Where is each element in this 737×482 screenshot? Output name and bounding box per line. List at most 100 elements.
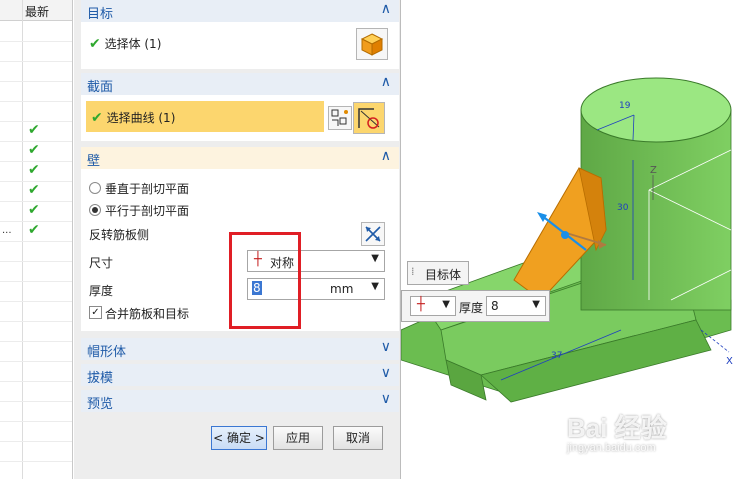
select-curve-row[interactable]: ✔ 选择曲线 (1) xyxy=(86,101,324,132)
axis-label-z: Z xyxy=(650,165,657,176)
chevron-down-icon[interactable]: ∨ xyxy=(381,365,391,381)
navigator-row[interactable]: ✔ xyxy=(0,201,72,222)
preview-section-header[interactable]: 预览 ∨ xyxy=(81,390,399,412)
watermark-text: Bai 经验 xyxy=(567,413,667,443)
navigator-row[interactable]: ✔ xyxy=(0,121,72,142)
watermark-url: jingyan.baidu.com xyxy=(567,442,656,454)
curve-rule-icon xyxy=(331,109,348,126)
column-header-latest[interactable]: 最新 xyxy=(25,3,49,20)
floating-thickness-field[interactable]: 8 ▼ xyxy=(486,296,546,316)
navigator-row[interactable]: ✔ xyxy=(0,161,72,182)
target-section-header[interactable]: 目标 ∧ xyxy=(81,0,399,22)
navigator-row[interactable] xyxy=(0,401,72,422)
chevron-up-icon[interactable]: ∧ xyxy=(381,148,391,164)
navigator-row[interactable] xyxy=(0,101,72,122)
floating-thickness-value[interactable]: 8 xyxy=(491,299,499,313)
rib-dialog: 目标 ∧ ✔ 选择体 (1) 截面 ∧ ✔ 选择曲线 (1) 壁 ∧ 垂直于剖切… xyxy=(74,0,401,479)
floating-size-dropdown[interactable]: ┼ ▼ xyxy=(410,296,456,316)
check-icon: ✔ xyxy=(28,142,40,158)
preview-section-title: 预览 xyxy=(87,397,114,412)
manipulator-handle xyxy=(561,231,569,239)
ok-button[interactable]: < 确定 > xyxy=(211,426,267,450)
dimension-30: 30 xyxy=(617,203,629,213)
navigator-header: 最新 xyxy=(0,0,72,479)
curve-rule-button[interactable] xyxy=(328,106,352,130)
navigator-row[interactable] xyxy=(0,241,72,262)
check-icon: ✔ xyxy=(28,122,40,138)
navigator-row[interactable] xyxy=(0,301,72,322)
solid-body-icon xyxy=(360,33,384,56)
chevron-down-icon[interactable]: ∨ xyxy=(381,391,391,407)
section-section-title: 截面 xyxy=(87,80,114,95)
check-icon: ✔ xyxy=(28,182,40,198)
solid-body-button[interactable] xyxy=(356,28,388,60)
flip-direction-button[interactable] xyxy=(361,222,385,246)
floating-thickness-box: ┼ ▼ 厚度 8 ▼ xyxy=(401,290,550,322)
thickness-unit[interactable]: mm xyxy=(330,282,353,296)
chevron-down-icon[interactable]: ▼ xyxy=(371,281,379,292)
chevron-down-icon[interactable]: ∨ xyxy=(381,339,391,355)
dimension-37: 37 xyxy=(551,351,562,361)
size-label: 尺寸 xyxy=(89,256,114,270)
draft-section-title: 拔模 xyxy=(87,371,114,386)
floating-thickness-label: 厚度 xyxy=(459,301,484,315)
check-icon: ✔ xyxy=(28,162,40,178)
check-icon: ✔ xyxy=(91,110,103,126)
navigator-row[interactable] xyxy=(0,21,72,42)
draft-section-header[interactable]: 拔模 ∨ xyxy=(81,364,399,386)
watermark: Bai 经验 jingyan.baidu.com xyxy=(563,408,733,458)
wall-section-header[interactable]: 壁 ∧ xyxy=(81,147,399,169)
dimension-19: 19 xyxy=(619,101,631,111)
navigator-row[interactable]: ... ✔ xyxy=(0,221,72,242)
merge-checkbox[interactable]: ✓ xyxy=(89,306,102,319)
navigator-row[interactable]: ✔ xyxy=(0,181,72,202)
hat-section-title: 帽形体 xyxy=(87,345,127,360)
chevron-down-icon: ▼ xyxy=(371,253,379,264)
select-body-row[interactable]: ✔ 选择体 (1) xyxy=(89,35,161,52)
section-section-body: ✔ 选择曲线 (1) xyxy=(81,95,399,141)
cancel-button[interactable]: 取消 xyxy=(333,426,383,450)
target-body-label: 目标体 xyxy=(425,268,462,282)
perpendicular-radio[interactable] xyxy=(89,182,101,194)
navigator-row[interactable] xyxy=(0,341,72,362)
symmetric-icon: ┼ xyxy=(417,297,425,312)
part-navigator-panel: 最新 ✔ ✔ ✔ ✔ ✔ ... ✔ xyxy=(0,0,73,479)
check-icon: ✔ xyxy=(89,36,101,52)
check-icon: ✔ xyxy=(28,202,40,218)
select-body-label: 选择体 (1) xyxy=(104,37,162,51)
target-section-body: ✔ 选择体 (1) xyxy=(81,22,399,69)
flip-direction-icon xyxy=(365,226,381,242)
chevron-down-icon[interactable]: ▼ xyxy=(532,299,540,310)
target-body-label-box[interactable]: ⁞ 目标体 xyxy=(407,261,469,285)
navigator-row[interactable] xyxy=(0,441,72,462)
chevron-up-icon[interactable]: ∧ xyxy=(381,74,391,90)
navigator-row[interactable] xyxy=(0,61,72,82)
perpendicular-label: 垂直于剖切平面 xyxy=(105,182,190,196)
parallel-label: 平行于剖切平面 xyxy=(105,204,190,218)
chevron-down-icon: ▼ xyxy=(442,299,450,310)
sketch-section-icon xyxy=(358,108,380,129)
arrow-head xyxy=(537,212,547,222)
navigator-row[interactable] xyxy=(0,361,72,382)
chevron-up-icon[interactable]: ∧ xyxy=(381,1,391,17)
navigator-row[interactable] xyxy=(0,81,72,102)
navigator-row[interactable] xyxy=(0,261,72,282)
wall-section-body: 垂直于剖切平面 平行于剖切平面 反转筋板侧 尺寸 ┼ 对称 ▼ 厚度 8 mm … xyxy=(81,169,399,331)
navigator-row[interactable] xyxy=(0,41,72,62)
graphics-viewport[interactable]: 19 30 37 Z X ⁞ 目标体 ┼ ▼ 厚度 8 ▼ Bai 经验 jin… xyxy=(400,0,737,479)
apply-button[interactable]: 应用 xyxy=(273,426,323,450)
section-section-header[interactable]: 截面 ∧ xyxy=(81,73,399,95)
select-curve-text: ✔ 选择曲线 (1) xyxy=(91,109,175,126)
sketch-section-button[interactable] xyxy=(353,102,385,134)
navigator-row[interactable] xyxy=(0,321,72,342)
navigator-row[interactable]: ✔ xyxy=(0,141,72,162)
cylinder-top xyxy=(580,77,732,143)
hat-section-header[interactable]: 帽形体 ∨ xyxy=(81,338,399,360)
navigator-row[interactable] xyxy=(0,281,72,302)
truncated-feature-name: ... xyxy=(2,225,12,236)
thickness-label: 厚度 xyxy=(89,284,114,298)
navigator-row[interactable] xyxy=(0,421,72,442)
navigator-row[interactable] xyxy=(0,381,72,402)
parallel-radio[interactable] xyxy=(89,204,101,216)
select-curve-label: 选择曲线 (1) xyxy=(106,111,176,125)
